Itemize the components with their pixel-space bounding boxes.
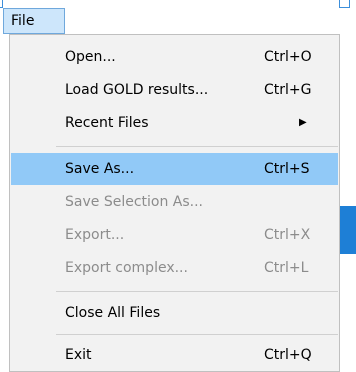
- menu-item-open[interactable]: Open... Ctrl+O: [11, 41, 338, 73]
- menu-item-export-complex[interactable]: Export complex... Ctrl+L: [11, 252, 338, 284]
- menu-item-shortcut: Ctrl+O: [264, 49, 312, 65]
- menu-separator: [56, 334, 338, 335]
- menu-item-label: Export complex...: [65, 260, 188, 276]
- menu-item-label: Recent Files: [65, 115, 149, 131]
- background-window-fragment: [340, 206, 356, 254]
- file-menu-dropdown: Open... Ctrl+O Load GOLD results... Ctrl…: [9, 34, 340, 372]
- menu-item-shortcut: Ctrl+L: [264, 260, 309, 276]
- menu-item-label: Export...: [65, 227, 125, 243]
- menu-item-shortcut: Ctrl+X: [264, 227, 311, 243]
- menu-item-close-all-files[interactable]: Close All Files: [11, 297, 338, 329]
- menu-item-label: Load GOLD results...: [65, 82, 209, 98]
- menu-item-label: Save Selection As...: [65, 194, 204, 210]
- window-edge-left: [0, 0, 3, 8]
- menu-item-load-gold-results[interactable]: Load GOLD results... Ctrl+G: [11, 74, 338, 106]
- menu-separator: [56, 146, 338, 147]
- menu-item-label: Save As...: [65, 161, 135, 177]
- menu-item-shortcut: Ctrl+Q: [264, 347, 312, 363]
- menu-item-save-as[interactable]: Save As... Ctrl+S: [11, 153, 338, 185]
- menu-item-export[interactable]: Export... Ctrl+X: [11, 219, 338, 251]
- menu-item-label: Open...: [65, 49, 116, 65]
- menu-item-save-selection-as[interactable]: Save Selection As...: [11, 186, 338, 218]
- menu-item-label: Close All Files: [65, 305, 161, 321]
- menu-item-label: Exit: [65, 347, 92, 363]
- menu-item-shortcut: Ctrl+S: [264, 161, 310, 177]
- menu-item-exit[interactable]: Exit Ctrl+Q: [11, 339, 338, 371]
- triangle-right-icon: ▶: [299, 117, 307, 128]
- file-menu-tab[interactable]: File: [3, 8, 65, 34]
- menu-item-shortcut: Ctrl+G: [264, 82, 312, 98]
- menu-separator: [56, 291, 338, 292]
- window-edge-right: [339, 0, 350, 8]
- menu-item-recent-files[interactable]: Recent Files ▶: [11, 107, 338, 139]
